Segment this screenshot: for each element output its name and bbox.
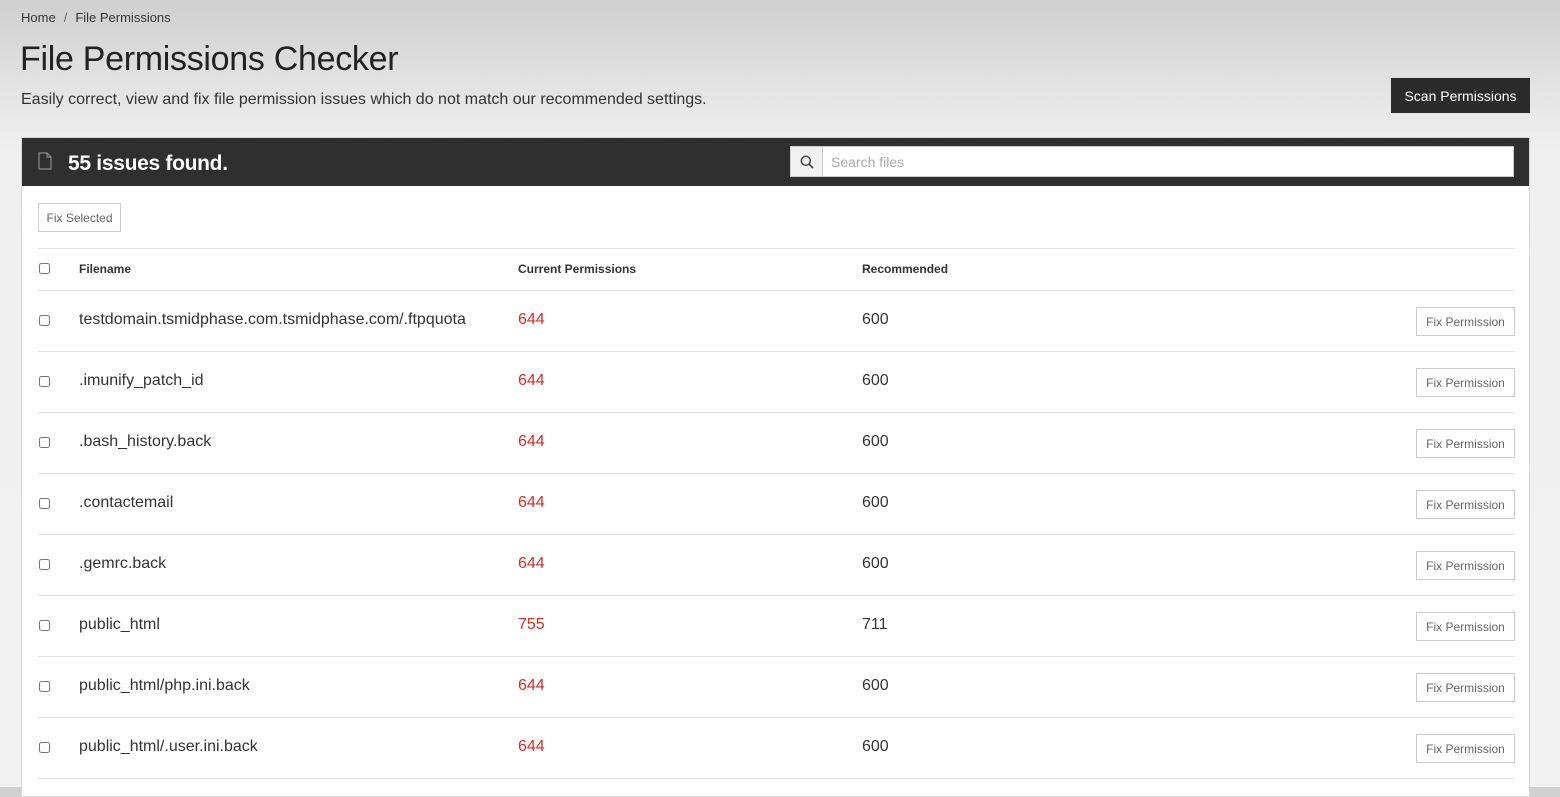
fix-permission-button[interactable]: Fix Permission [1416,673,1515,702]
row-checkbox[interactable] [39,620,50,631]
column-recommended: Recommended [862,262,949,276]
table-row: .imunify_patch_id 644 600 Fix Permission [38,352,1515,413]
table-header: Filename Current Permissions Recommended [38,248,1515,291]
page-description: Easily correct, view and fix file permis… [21,91,707,108]
row-checkbox[interactable] [39,376,50,387]
search-input[interactable] [823,147,1513,176]
recommended-permission-cell: 600 [862,677,889,694]
table-row: .contactemail 644 600 Fix Permission [38,474,1515,535]
current-permission-cell: 644 [518,738,545,755]
permissions-table: Filename Current Permissions Recommended… [38,248,1515,779]
search-icon[interactable] [791,147,823,176]
current-permission-cell: 644 [518,677,545,694]
table-row: public_html/php.ini.back 644 600 Fix Per… [38,657,1515,718]
fix-permission-button[interactable]: Fix Permission [1416,307,1515,336]
row-checkbox[interactable] [39,498,50,509]
fix-permission-button[interactable]: Fix Permission [1416,490,1515,519]
row-checkbox[interactable] [39,681,50,692]
breadcrumb-home-link[interactable]: Home [21,10,56,25]
file-icon [38,152,52,170]
filename-cell: public_html [79,616,160,633]
fix-selected-button[interactable]: Fix Selected [38,203,121,232]
filename-cell: .imunify_patch_id [79,372,204,389]
table-row: public_html/.user.ini.back 644 600 Fix P… [38,718,1515,779]
row-checkbox[interactable] [39,437,50,448]
table-row: .gemrc.back 644 600 Fix Permission [38,535,1515,596]
row-checkbox[interactable] [39,559,50,570]
fix-permission-button[interactable]: Fix Permission [1416,734,1515,763]
issues-panel: 55 issues found. Fix Selected Filename C… [21,137,1530,797]
current-permission-cell: 644 [518,433,545,450]
recommended-permission-cell: 600 [862,555,889,572]
recommended-permission-cell: 600 [862,494,889,511]
panel-header: 55 issues found. [22,138,1529,186]
recommended-permission-cell: 600 [862,433,889,450]
table-row: public_html 755 711 Fix Permission [38,596,1515,657]
fix-permission-button[interactable]: Fix Permission [1416,429,1515,458]
select-all-checkbox[interactable] [39,263,50,274]
filename-cell: testdomain.tsmidphase.com.tsmidphase.com… [79,311,466,328]
recommended-permission-cell: 711 [862,616,888,633]
table-row: .bash_history.back 644 600 Fix Permissio… [38,413,1515,474]
fix-permission-button[interactable]: Fix Permission [1416,368,1515,397]
issues-count: 55 issues found. [68,152,228,175]
page-title: File Permissions Checker [20,40,399,78]
scan-permissions-button[interactable]: Scan Permissions [1391,78,1530,113]
current-permission-cell: 644 [518,372,545,389]
breadcrumb-separator: / [63,10,68,25]
current-permission-cell: 644 [518,494,545,511]
recommended-permission-cell: 600 [862,372,889,389]
filename-cell: public_html/.user.ini.back [79,738,258,755]
current-permission-cell: 644 [518,555,545,572]
table-row: testdomain.tsmidphase.com.tsmidphase.com… [38,291,1515,352]
recommended-permission-cell: 600 [862,311,889,328]
filename-cell: .bash_history.back [79,433,212,450]
filename-cell: .contactemail [79,494,174,511]
fix-permission-button[interactable]: Fix Permission [1416,612,1515,641]
fix-permission-button[interactable]: Fix Permission [1416,551,1515,580]
search-box [790,146,1514,177]
table-body: testdomain.tsmidphase.com.tsmidphase.com… [38,291,1515,779]
column-filename: Filename [79,262,132,276]
filename-cell: public_html/php.ini.back [79,677,250,694]
column-current-permissions: Current Permissions [518,262,637,276]
breadcrumb-current: File Permissions [75,10,171,25]
breadcrumb: Home / File Permissions [21,10,171,25]
row-checkbox[interactable] [39,315,50,326]
row-checkbox[interactable] [39,742,50,753]
filename-cell: .gemrc.back [79,555,167,572]
current-permission-cell: 755 [518,616,545,633]
recommended-permission-cell: 600 [862,738,889,755]
current-permission-cell: 644 [518,311,545,328]
